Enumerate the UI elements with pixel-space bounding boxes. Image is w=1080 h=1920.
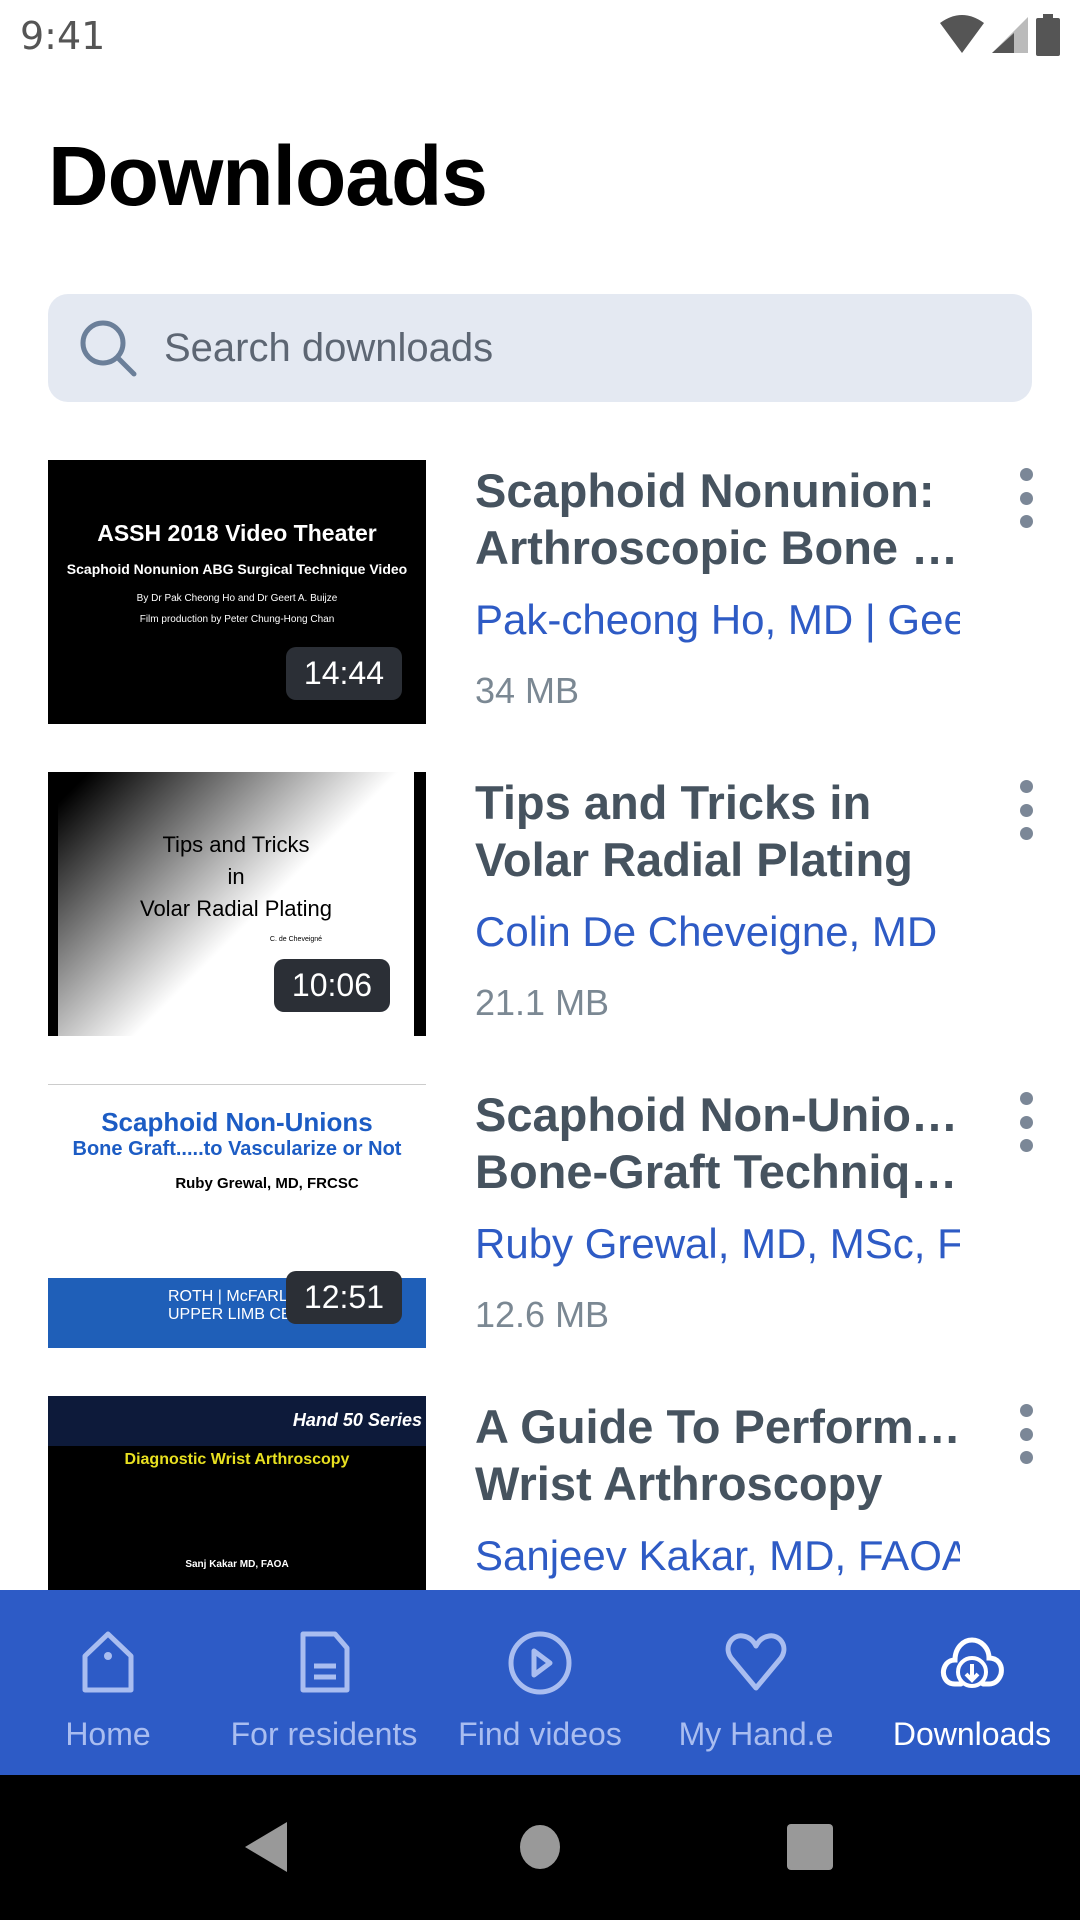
thumb-text: Ruby Grewal, MD, FRCSC	[175, 1175, 359, 1192]
thumb-text: Hand 50 Series	[292, 1410, 422, 1430]
thumb-text: C. de Cheveigné	[269, 936, 323, 943]
thumb-text: Sanj Kakar MD, FAOA	[185, 1559, 289, 1570]
video-author[interactable]: Colin De Cheveigne, MD	[475, 908, 960, 956]
thumb-text: Volar Radial Plating	[139, 896, 332, 921]
system-nav-bar	[0, 1775, 1080, 1920]
file-size: 21.1 MB	[475, 982, 610, 1023]
thumb-text: Film production by Peter Chung-Hong Chan	[139, 614, 335, 625]
tab-label: Find videos	[458, 1716, 622, 1752]
list-item[interactable]: Tips and Tricks in Volar Radial Plating …	[0, 772, 1080, 1036]
tab-home[interactable]: Home	[0, 1590, 216, 1775]
tab-my-hande[interactable]: My Hand.e	[648, 1590, 864, 1775]
thumb-text: Bone Graft.....to Vascularize or Not	[72, 1138, 402, 1160]
video-thumbnail[interactable]: Tips and Tricks in Volar Radial Plating …	[48, 772, 426, 1036]
tab-find-videos[interactable]: Find videos	[432, 1590, 648, 1775]
duration-badge: 10:06	[273, 959, 390, 1012]
more-options-icon[interactable]	[1012, 468, 1040, 528]
video-author[interactable]: Pak-cheong Ho, MD | Geert A. Buijze	[475, 596, 960, 644]
more-options-icon[interactable]	[1012, 1404, 1040, 1464]
wifi-icon	[940, 15, 984, 53]
home-circle-icon[interactable]	[519, 1824, 561, 1870]
video-title[interactable]: Scaphoid Nonunion: Arthroscopic Bone G...	[475, 462, 965, 576]
more-options-icon[interactable]	[1012, 1092, 1040, 1152]
tab-for-residents[interactable]: For residents	[216, 1590, 432, 1775]
list-item[interactable]: ASSH 2018 Video Theater Scaphoid Nonunio…	[0, 460, 1080, 724]
video-thumbnail[interactable]: Scaphoid Non-Unions Bone Graft.....to Va…	[48, 1084, 426, 1348]
back-icon[interactable]	[245, 1822, 289, 1872]
thumb-text: By Dr Pak Cheong Ho and Dr Geert A. Buij…	[136, 593, 338, 604]
video-title[interactable]: A Guide To Performing Wrist Arthroscopy	[475, 1398, 965, 1512]
list-item[interactable]: Scaphoid Non-Unions Bone Graft.....to Va…	[0, 1084, 1080, 1348]
video-title[interactable]: Scaphoid Non-Unions: Bone-Graft Techniqu.…	[475, 1086, 965, 1200]
page-title: Downloads	[48, 129, 488, 223]
thumb-text: ASSH 2018 Video Theater	[97, 520, 377, 546]
search-icon	[80, 320, 137, 377]
thumb-text: Scaphoid Nonunion ABG Surgical Technique…	[66, 561, 408, 577]
duration-badge: 14:44	[285, 647, 402, 700]
more-options-icon[interactable]	[1012, 780, 1040, 840]
cloud-download-icon	[940, 1637, 1004, 1688]
status-bar: 9:41	[0, 0, 1080, 75]
bottom-tab-bar: Home For residents Find videos My Hand.e…	[0, 1590, 1080, 1775]
thumb-text: in	[227, 864, 245, 889]
battery-icon	[1036, 14, 1060, 56]
thumb-text: Diagnostic Wrist Arthroscopy	[124, 1451, 350, 1468]
home-icon	[82, 1631, 134, 1693]
tab-downloads[interactable]: Downloads	[864, 1590, 1080, 1775]
tab-label: My Hand.e	[678, 1716, 834, 1752]
play-circle-icon	[508, 1631, 572, 1695]
duration-badge: 12:51	[285, 1271, 402, 1324]
status-time: 9:41	[20, 14, 106, 58]
thumb-text: Scaphoid Non-Unions	[101, 1107, 373, 1137]
tab-label: For residents	[230, 1716, 418, 1752]
heart-icon	[725, 1633, 787, 1691]
search-bar[interactable]	[48, 294, 1032, 402]
search-input[interactable]	[164, 325, 864, 371]
video-author[interactable]: Ruby Grewal, MD, MSc, FRCSC	[475, 1220, 960, 1268]
file-size: 34 MB	[475, 670, 580, 711]
signal-icon	[992, 17, 1028, 53]
video-title[interactable]: Tips and Tricks in Volar Radial Plating	[475, 774, 965, 888]
video-author[interactable]: Sanjeev Kakar, MD, FAOA	[475, 1532, 960, 1580]
video-thumbnail[interactable]: ASSH 2018 Video Theater Scaphoid Nonunio…	[48, 460, 426, 724]
recents-icon[interactable]	[787, 1824, 833, 1870]
tab-label: Downloads	[892, 1716, 1052, 1752]
tab-label: Home	[65, 1716, 151, 1752]
thumb-text: Tips and Tricks	[162, 832, 310, 857]
file-size: 12.6 MB	[475, 1294, 610, 1335]
document-icon	[300, 1631, 350, 1693]
